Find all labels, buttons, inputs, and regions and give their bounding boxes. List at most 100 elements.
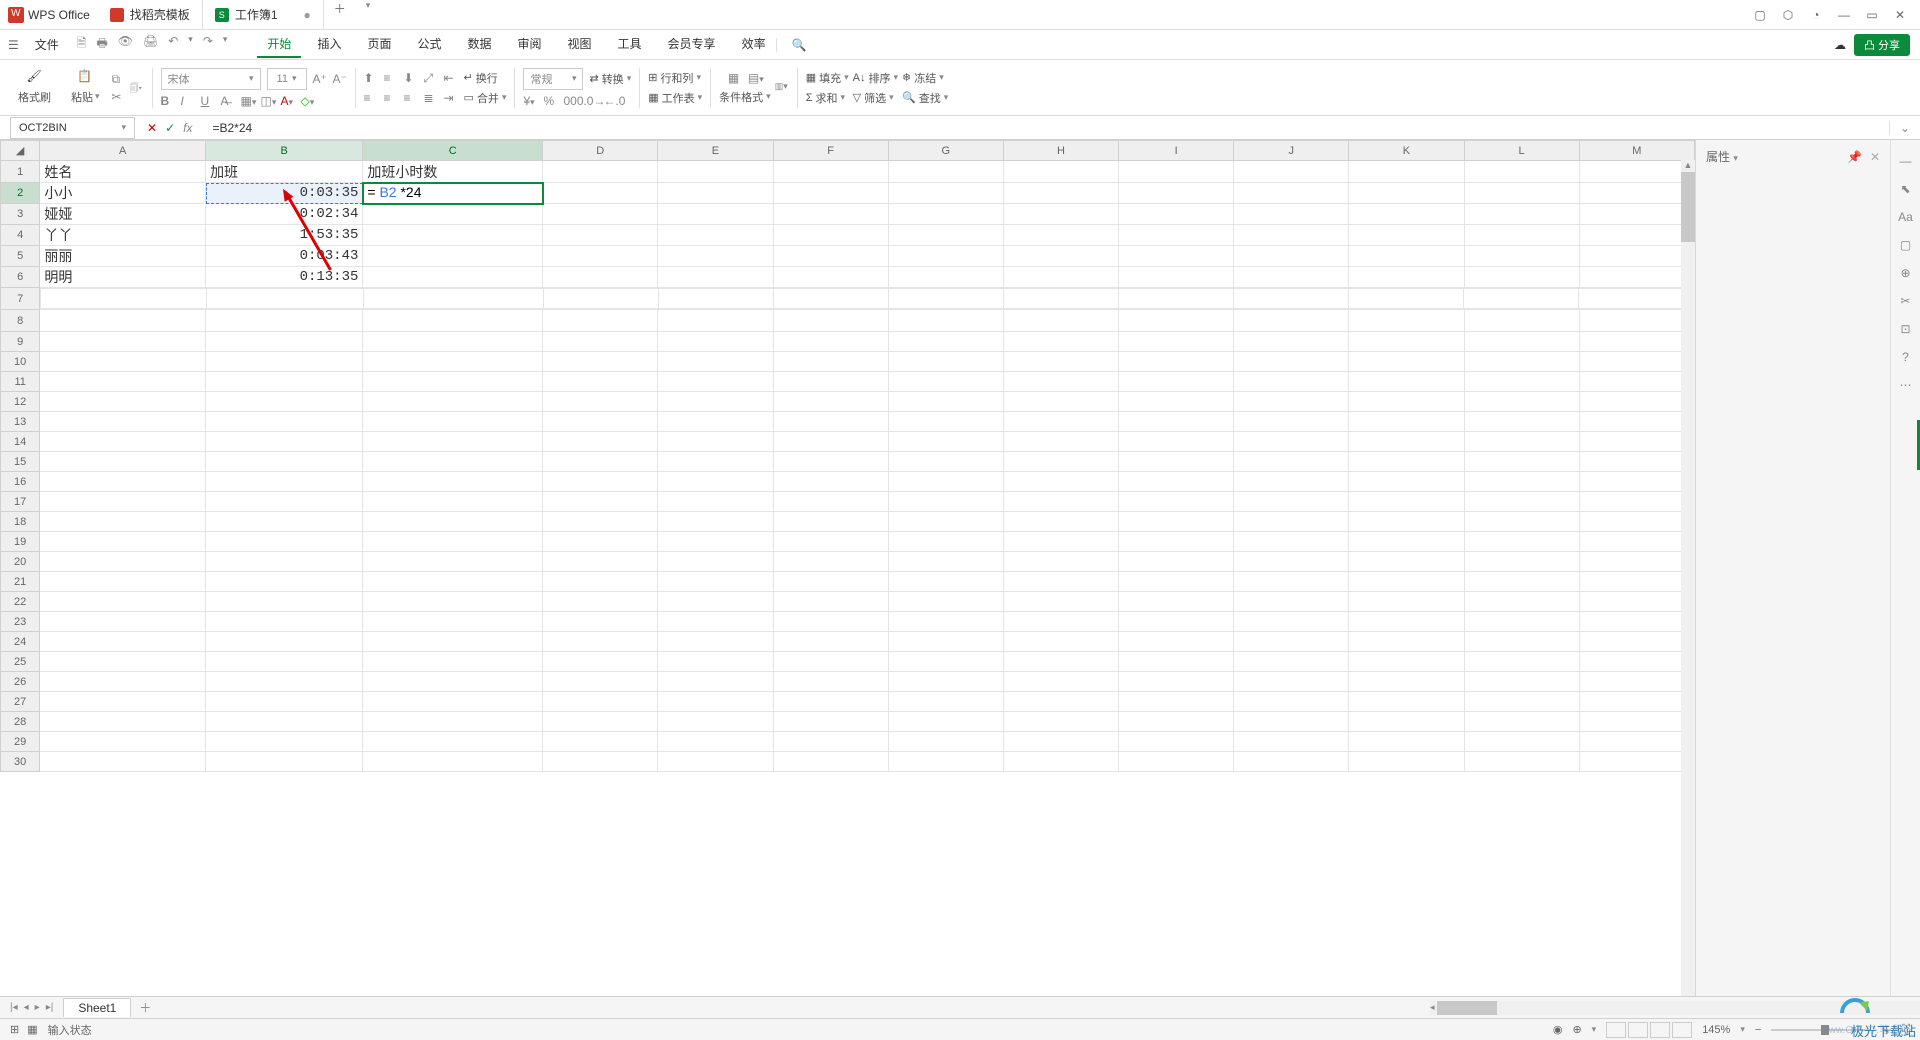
cell[interactable] xyxy=(888,289,1003,309)
cell[interactable] xyxy=(773,532,888,552)
cell[interactable] xyxy=(773,452,888,472)
freeze-button[interactable]: ❄ 冻结▾ xyxy=(902,70,948,86)
cell[interactable] xyxy=(1003,492,1118,512)
row-header[interactable]: 2 xyxy=(1,183,40,204)
zoom-value[interactable]: 145% xyxy=(1702,1024,1730,1036)
cell[interactable] xyxy=(1119,612,1234,632)
paste-button[interactable]: 粘贴 ▾ xyxy=(67,87,104,107)
row-header[interactable]: 30 xyxy=(1,752,40,772)
cell[interactable] xyxy=(888,632,1003,652)
cell[interactable] xyxy=(1119,752,1234,772)
orientation-icon[interactable]: ⤢ xyxy=(424,71,438,85)
cell[interactable] xyxy=(1234,472,1349,492)
cell[interactable] xyxy=(1579,332,1694,352)
cell[interactable] xyxy=(888,512,1003,532)
cell[interactable] xyxy=(888,246,1003,267)
cell[interactable] xyxy=(1003,672,1118,692)
row-header[interactable]: 22 xyxy=(1,592,40,612)
cell[interactable] xyxy=(658,310,773,332)
cell[interactable] xyxy=(1349,472,1464,492)
row-header[interactable]: 26 xyxy=(1,672,40,692)
save-icon[interactable]: 🗎 xyxy=(77,34,87,55)
cell[interactable] xyxy=(1003,612,1118,632)
cell[interactable] xyxy=(40,672,206,692)
cell[interactable] xyxy=(206,310,363,332)
cell[interactable] xyxy=(543,652,658,672)
format-painter-button[interactable]: 格式刷 xyxy=(14,87,55,107)
cell[interactable] xyxy=(1464,732,1579,752)
cell[interactable] xyxy=(1579,552,1694,572)
cell[interactable] xyxy=(658,612,773,632)
scroll-left-icon[interactable]: ◂ xyxy=(1430,1002,1435,1013)
col-header-D[interactable]: D xyxy=(543,141,658,161)
cell[interactable] xyxy=(40,472,206,492)
cell[interactable] xyxy=(1464,183,1579,204)
image-tool-icon[interactable]: ⊡ xyxy=(1900,322,1910,336)
cell[interactable] xyxy=(363,492,543,512)
number-format-select[interactable]: 常规▾ xyxy=(523,68,583,90)
align-bottom-icon[interactable]: ⬇ xyxy=(404,71,418,85)
cell[interactable] xyxy=(773,225,888,246)
cell[interactable] xyxy=(773,392,888,412)
close-button[interactable]: ✕ xyxy=(1888,3,1912,27)
col-header-L[interactable]: L xyxy=(1464,141,1579,161)
col-header-M[interactable]: M xyxy=(1579,141,1694,161)
cell[interactable] xyxy=(1119,712,1234,732)
cell[interactable] xyxy=(1464,552,1579,572)
cell[interactable] xyxy=(543,672,658,692)
cell[interactable] xyxy=(1119,652,1234,672)
cell[interactable] xyxy=(773,267,888,288)
cell[interactable] xyxy=(1349,432,1464,452)
cell[interactable] xyxy=(206,612,363,632)
cell[interactable] xyxy=(206,712,363,732)
cell[interactable] xyxy=(888,452,1003,472)
cell[interactable] xyxy=(1234,332,1349,352)
cell[interactable] xyxy=(363,532,543,552)
sheet-prev-icon[interactable]: ◂ xyxy=(24,1002,29,1013)
col-header-H[interactable]: H xyxy=(1003,141,1118,161)
indent-dec-icon[interactable]: ⇤ xyxy=(444,71,458,85)
cell[interactable] xyxy=(40,332,206,352)
cell[interactable]: 1:53:35 xyxy=(206,225,363,246)
cell[interactable] xyxy=(1234,225,1349,246)
cell[interactable] xyxy=(1464,412,1579,432)
col-header-K[interactable]: K xyxy=(1349,141,1464,161)
screen-tool-icon[interactable]: ▢ xyxy=(1900,238,1911,252)
cell[interactable] xyxy=(888,225,1003,246)
name-box-dropdown-icon[interactable]: ▾ xyxy=(121,122,126,133)
add-sheet-button[interactable]: ＋ xyxy=(131,999,159,1016)
cell[interactable] xyxy=(363,246,543,267)
view-page-icon[interactable] xyxy=(1628,1022,1648,1038)
cell[interactable] xyxy=(1119,512,1234,532)
cell[interactable] xyxy=(1233,289,1348,309)
cell[interactable] xyxy=(1464,246,1579,267)
cell[interactable] xyxy=(1234,392,1349,412)
row-header[interactable]: 6 xyxy=(1,267,40,288)
cell[interactable] xyxy=(1464,161,1579,183)
cell[interactable] xyxy=(773,310,888,332)
col-header-F[interactable]: F xyxy=(773,141,888,161)
convert-button[interactable]: ⇄ 转换▾ xyxy=(589,71,631,87)
row-header[interactable]: 15 xyxy=(1,452,40,472)
cell[interactable] xyxy=(206,632,363,652)
zoom-out-icon[interactable]: − xyxy=(1755,1024,1761,1036)
row-header[interactable]: 25 xyxy=(1,652,40,672)
close-panel-icon[interactable]: ✕ xyxy=(1870,150,1880,164)
cell[interactable] xyxy=(1464,472,1579,492)
minimize-button[interactable]: — xyxy=(1832,3,1856,27)
italic-icon[interactable]: I xyxy=(181,94,195,108)
filter-button[interactable]: ▽ 筛选▾ xyxy=(853,90,898,106)
row-header[interactable]: 24 xyxy=(1,632,40,652)
cell[interactable] xyxy=(1464,532,1579,552)
pin-icon[interactable]: 📌 xyxy=(1847,150,1862,164)
cell[interactable] xyxy=(773,512,888,532)
cell[interactable] xyxy=(1464,372,1579,392)
link-tool-icon[interactable]: ✂ xyxy=(1900,294,1910,308)
cell[interactable] xyxy=(206,532,363,552)
cell[interactable] xyxy=(543,572,658,592)
cell[interactable] xyxy=(364,289,544,309)
row-header[interactable]: 13 xyxy=(1,412,40,432)
cell[interactable] xyxy=(1119,372,1234,392)
tab-view[interactable]: 视图 xyxy=(558,31,602,58)
cell-referenced[interactable]: 0:03:35 xyxy=(206,183,363,204)
